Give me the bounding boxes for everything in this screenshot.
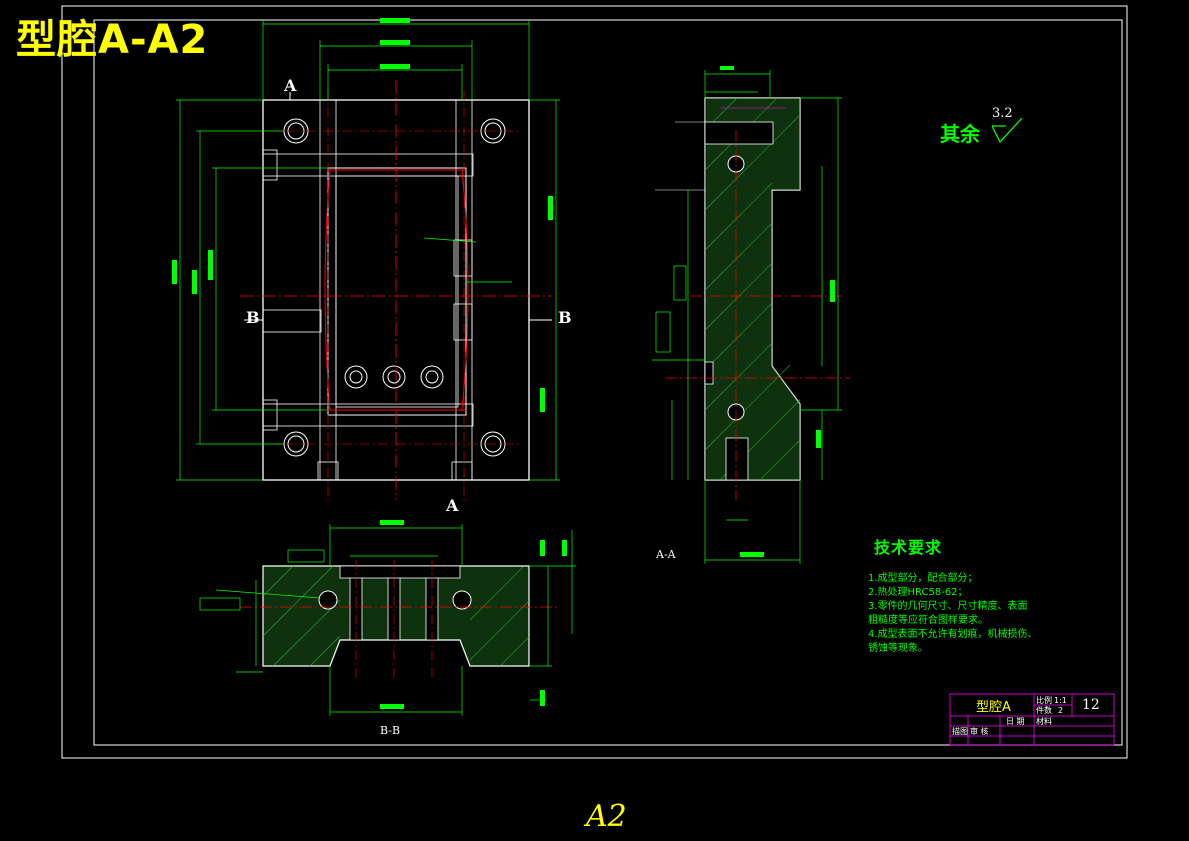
title-block-scale-label: 比例: [1036, 696, 1052, 705]
tech-requirement-item: 粗糙度等应符合图样要求。: [868, 615, 988, 626]
title-block-row3-mid: 审 核: [970, 727, 989, 736]
ejector-hole: [344, 365, 368, 389]
section-bb-label: B-B: [380, 724, 401, 737]
title-block-quantity-value: 2: [1058, 706, 1064, 715]
cut-label-b-right: B: [558, 308, 572, 327]
title-block-scale-value: 1:1: [1054, 696, 1067, 705]
tech-requirements-list: 1.成型部分，配合部分； 2.热处理HRC58-62； 3.零件的几何尺寸、尺寸…: [868, 572, 1108, 656]
tech-requirement-item: 1.成型部分，配合部分；: [868, 573, 978, 584]
section-aa-label: A-A: [656, 548, 676, 561]
title-block-part-name: 型腔A: [976, 700, 1011, 715]
roughness-label: 其余: [940, 122, 980, 146]
title-block-row3-left: 描图: [952, 727, 968, 736]
ejector-hole: [382, 365, 406, 389]
plan-dimensions: [176, 20, 560, 481]
tech-requirement-item: 2.热处理HRC58-62；: [868, 587, 968, 598]
tech-requirements-title: 技术要求: [874, 538, 943, 557]
drawing-overlay-title: 型腔A-A2: [16, 17, 209, 63]
sheet-size-label: A2: [586, 799, 627, 834]
ejector-hole: [420, 365, 444, 389]
tech-requirement-item: 4.成型表面不允许有划痕，机械损伤、: [868, 629, 1038, 640]
tech-requirement-item: 锈蚀等现象。: [868, 643, 928, 654]
title-block-date-label: 日 期: [1006, 717, 1025, 726]
cut-label-b-left: B: [246, 308, 260, 327]
title-block-quantity-label: 件数: [1036, 706, 1052, 715]
title-block-material-label: 材料: [1036, 717, 1052, 726]
section-bb-view: [240, 560, 560, 680]
cavity-outline: [327, 167, 467, 416]
main-plan-view: [240, 80, 552, 505]
cut-label-a-bottom: A: [446, 496, 459, 515]
tech-requirement-item: 3.零件的几何尺寸、尺寸精度、表面: [868, 601, 1028, 612]
title-block-drawing-number: 12: [1082, 697, 1100, 713]
roughness-symbol-icon: [991, 118, 1023, 144]
cut-label-a-top: A: [284, 76, 297, 95]
